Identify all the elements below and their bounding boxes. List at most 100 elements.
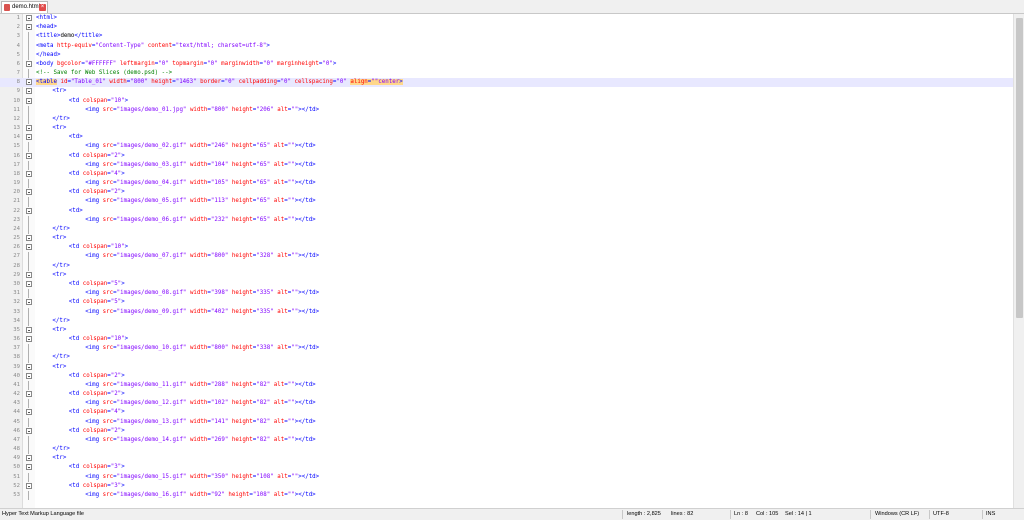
code-token: </tr> [52, 115, 70, 122]
fold-toggle-icon[interactable] [26, 189, 32, 196]
fold-toggle-icon[interactable] [26, 299, 32, 306]
code-line[interactable]: 53 <img src="images/demo_16.gif" width="9… [0, 490, 1013, 501]
line-number: 12 [13, 115, 20, 122]
code-line[interactable]: 39 <tr> [0, 363, 1013, 372]
status-mode[interactable]: INS [986, 509, 995, 520]
code-line[interactable]: 48 </tr> [0, 445, 1013, 455]
code-line[interactable]: 6 <body bgcolor="#FFFFFF" leftmargin="0" … [0, 60, 1013, 69]
code-line[interactable]: 13 <tr> [0, 124, 1013, 133]
code-line[interactable]: 44 <td colspan="4"> [0, 408, 1013, 417]
fold-toggle-icon[interactable] [26, 125, 32, 132]
code-token: <td> [68, 134, 83, 141]
fold-toggle-icon[interactable] [26, 134, 32, 141]
fold-toggle-icon[interactable] [26, 15, 32, 21]
code-line[interactable]: 40 <td colspan="2"> [0, 372, 1013, 381]
fold-toggle-icon[interactable] [26, 427, 32, 434]
fold-toggle-icon[interactable] [26, 464, 32, 471]
code-line[interactable]: 2 <head> [0, 23, 1013, 32]
code-line[interactable]: 21 <img src="images/demo_05.gif" width="1… [0, 197, 1013, 207]
code-line[interactable]: 14 <td> [0, 133, 1013, 142]
code-text: <tr> [52, 124, 66, 133]
fold-toggle-icon[interactable] [26, 235, 32, 242]
fold-toggle-icon[interactable] [26, 152, 32, 159]
code-line[interactable]: 4 <meta http-equiv="Content-Type" content… [0, 41, 1013, 51]
fold-guide [28, 472, 29, 482]
fold-toggle-icon[interactable] [26, 24, 32, 31]
scrollbar-thumb[interactable] [1016, 18, 1023, 318]
fold-toggle-icon[interactable] [26, 280, 32, 287]
code-line[interactable]: 33 <img src="images/demo_09.gif" width="4… [0, 307, 1013, 317]
code-token: <td [68, 427, 83, 434]
code-line[interactable]: 51 <img src="images/demo_15.gif" width="3… [0, 472, 1013, 482]
status-encoding[interactable]: UTF-8 [933, 509, 949, 520]
code-line[interactable]: 37 <img src="images/demo_10.gif" width="8… [0, 344, 1013, 354]
code-line[interactable]: 35 <tr> [0, 326, 1013, 335]
code-line[interactable]: 20 <td colspan="2"> [0, 188, 1013, 197]
code-line[interactable]: 16 <td colspan="2"> [0, 152, 1013, 161]
code-line[interactable]: 42 <td colspan="2"> [0, 390, 1013, 399]
tab-demo-html[interactable]: demo.html × [1, 1, 48, 13]
code-line[interactable]: 11 <img src="images/demo_01.jpg" width="8… [0, 105, 1013, 115]
code-token: src [102, 400, 114, 407]
fold-toggle-icon[interactable] [26, 60, 32, 67]
fold-toggle-icon[interactable] [26, 97, 32, 104]
code-token: http-equiv [56, 42, 92, 49]
vertical-scrollbar[interactable] [1013, 14, 1024, 508]
code-line[interactable]: 28 </tr> [0, 261, 1013, 271]
code-line[interactable]: 52 <td colspan="3"> [0, 482, 1013, 491]
code-line[interactable]: 27 <img src="images/demo_07.gif" width="8… [0, 252, 1013, 262]
code-line[interactable]: 17 <img src="images/demo_03.gif" width="1… [0, 160, 1013, 170]
code-line[interactable]: 41 <img src="images/demo_11.gif" width="2… [0, 380, 1013, 391]
fold-toggle-icon[interactable] [26, 88, 32, 95]
code-line[interactable]: 8 <table id="Table_01" width="800" height… [0, 78, 1013, 88]
code-line[interactable]: 34 </tr> [0, 316, 1013, 326]
fold-toggle-icon[interactable] [26, 336, 32, 343]
code-line[interactable]: 15 <img src="images/demo_02.gif" width="2… [0, 142, 1013, 152]
status-eol[interactable]: Windows (CR LF) [875, 509, 919, 520]
close-icon[interactable]: × [39, 4, 46, 11]
code-line[interactable]: 3 <title>demo</title> [0, 32, 1013, 42]
code-line[interactable]: 24 </tr> [0, 224, 1013, 235]
code-line[interactable]: 10 <td colspan="10"> [0, 97, 1013, 106]
code-token: <tr> [52, 271, 67, 278]
code-line[interactable]: 26 <td colspan="10"> [0, 243, 1013, 252]
line-number: 14 [13, 134, 20, 141]
code-line[interactable]: 5 </head> [0, 50, 1013, 60]
code-line[interactable]: 23 <img src="images/demo_06.gif" width="2… [0, 215, 1013, 225]
fold-toggle-icon[interactable] [26, 391, 32, 398]
code-line[interactable]: 45 <img src="images/demo_13.gif" width="1… [0, 417, 1013, 427]
code-line[interactable]: 25 <tr> [0, 234, 1013, 243]
code-line[interactable]: 36 <td colspan="10"> [0, 335, 1013, 344]
fold-toggle-icon[interactable] [26, 207, 32, 214]
code-line[interactable]: 18 <td colspan="4"> [0, 170, 1013, 179]
code-line[interactable]: 12 </tr> [0, 114, 1013, 125]
code-line[interactable]: 9 <tr> [0, 87, 1013, 96]
code-line[interactable]: 49 <tr> [0, 454, 1013, 463]
code-line[interactable]: 30 <td colspan="5"> [0, 280, 1013, 289]
fold-toggle-icon[interactable] [26, 244, 32, 251]
code-line[interactable]: 1 <html> [0, 14, 1013, 23]
code-editor[interactable]: 1 <html> 2 <head> 3 <title>demo</title> 4 <meta… [0, 14, 1013, 508]
code-line[interactable]: 29 <tr> [0, 271, 1013, 280]
code-line[interactable]: 22 <td> [0, 207, 1013, 216]
fold-toggle-icon[interactable] [26, 326, 32, 333]
fold-toggle-icon[interactable] [26, 79, 32, 86]
code-line[interactable]: 47 <img src="images/demo_14.gif" width="2… [0, 435, 1013, 446]
code-line[interactable]: 50 <td colspan="3"> [0, 463, 1013, 472]
code-line[interactable]: 32 <td colspan="5"> [0, 298, 1013, 307]
fold-toggle-icon[interactable] [26, 455, 32, 462]
fold-toggle-icon[interactable] [26, 409, 32, 416]
code-line[interactable]: 46 <td colspan="2"> [0, 427, 1013, 436]
fold-toggle-icon[interactable] [26, 363, 32, 370]
code-line[interactable]: 43 <img src="images/demo_12.gif" width="1… [0, 399, 1013, 409]
fold-toggle-icon[interactable] [26, 372, 32, 379]
code-line[interactable]: 38 </tr> [0, 353, 1013, 363]
fold-toggle-icon[interactable] [26, 170, 32, 177]
code-line[interactable]: 19 <img src="images/demo_04.gif" width="1… [0, 179, 1013, 189]
code-line[interactable]: 7 <!-- Save for Web Slices (demo.psd) --> [0, 69, 1013, 79]
fold-toggle-icon[interactable] [26, 482, 32, 489]
fold-guide [28, 114, 29, 125]
line-number: 34 [13, 317, 20, 324]
fold-toggle-icon[interactable] [26, 271, 32, 278]
code-line[interactable]: 31 <img src="images/demo_08.gif" width="3… [0, 289, 1013, 299]
